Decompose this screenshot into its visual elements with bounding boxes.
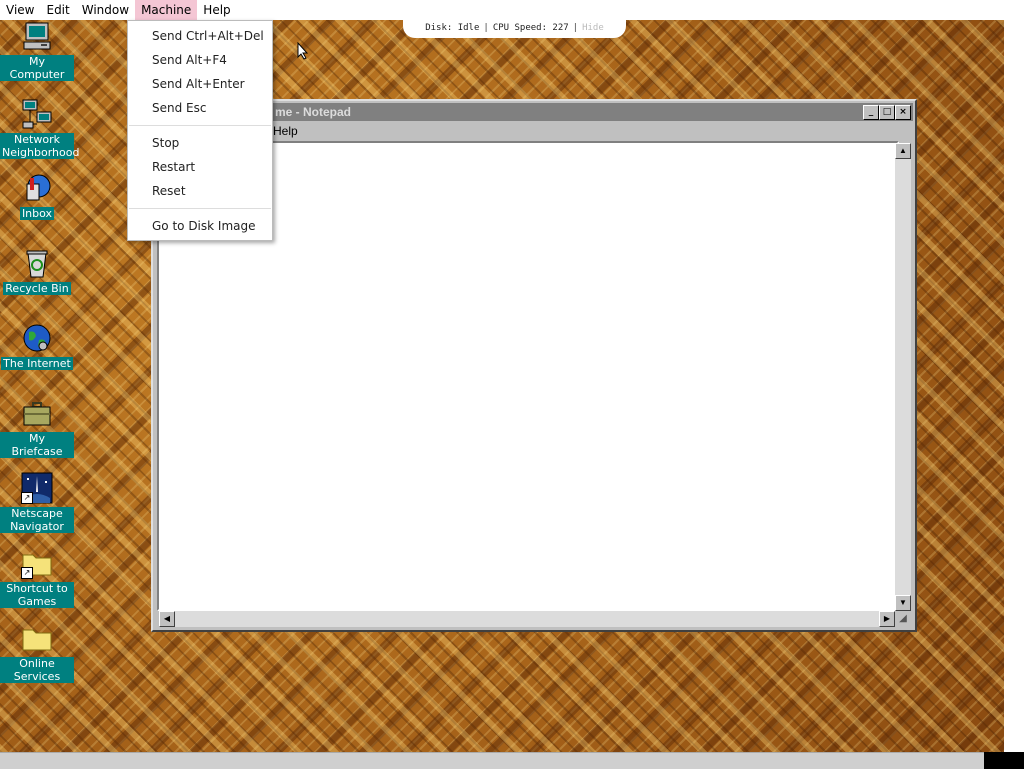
desktop-icon-recycle-bin[interactable]: Recycle Bin xyxy=(0,247,74,295)
desktop-icon-online-services[interactable]: Online Services xyxy=(0,622,74,683)
window-title: me - Notepad xyxy=(275,105,352,119)
globe-icon xyxy=(21,322,53,354)
close-button[interactable]: × xyxy=(895,105,911,120)
menu-machine[interactable]: Machine xyxy=(135,0,198,20)
scroll-left-button[interactable]: ◀ xyxy=(159,611,175,627)
menu-item-reset[interactable]: Reset xyxy=(152,181,186,201)
scroll-right-button[interactable]: ▶ xyxy=(879,611,895,627)
notepad-menu-help[interactable]: Help xyxy=(273,122,298,140)
desktop-icon-label: Recycle Bin xyxy=(3,282,71,295)
recycle-bin-icon xyxy=(21,247,53,279)
disk-status: Disk: Idle xyxy=(425,23,480,33)
menu-item-send-esc[interactable]: Send Esc xyxy=(152,98,206,118)
shortcut-arrow-icon: ↗ xyxy=(21,567,33,579)
desktop-icon-label: Inbox xyxy=(19,207,55,220)
menu-separator xyxy=(129,125,271,126)
menu-item-stop[interactable]: Stop xyxy=(152,133,179,153)
resize-grip-icon[interactable]: ◢ xyxy=(895,611,911,627)
host-horizontal-scrollbar[interactable] xyxy=(0,752,984,769)
menu-item-send-alt-enter[interactable]: Send Alt+Enter xyxy=(152,74,245,94)
desktop-icon-label: Netscape Navigator xyxy=(0,507,74,533)
desktop-icon-my-computer[interactable]: My Computer xyxy=(0,20,74,81)
status-bar: Disk: Idle | CPU Speed: 227 | Hide xyxy=(403,18,626,38)
menu-help[interactable]: Help xyxy=(197,0,236,20)
minimize-button[interactable]: _ xyxy=(863,105,879,120)
mouse-cursor-icon xyxy=(297,41,309,65)
desktop-icon-label: My Briefcase xyxy=(0,432,74,458)
desktop-icon-label: Shortcut to Games xyxy=(0,582,74,608)
inbox-icon xyxy=(21,172,53,204)
desktop-icon-my-briefcase[interactable]: My Briefcase xyxy=(0,397,74,458)
computer-icon xyxy=(21,20,53,52)
desktop-icon-network-neighborhood[interactable]: Network Neighborhood xyxy=(0,98,80,159)
desktop-icon-label: Network Neighborhood xyxy=(0,133,80,159)
folder-icon xyxy=(21,622,53,654)
desktop-icon-label: Online Services xyxy=(0,657,74,683)
corner-block xyxy=(984,752,1024,768)
desktop-icon-label: The Internet xyxy=(1,357,73,370)
menu-item-send-alt-f4[interactable]: Send Alt+F4 xyxy=(152,50,227,70)
menu-window[interactable]: Window xyxy=(76,0,135,20)
briefcase-icon xyxy=(21,397,53,429)
right-margin xyxy=(1004,20,1024,752)
netscape-icon: ↗ xyxy=(21,472,53,504)
menu-view[interactable]: View xyxy=(0,0,40,20)
menu-item-restart[interactable]: Restart xyxy=(152,157,195,177)
menu-separator xyxy=(129,208,271,209)
folder-icon: ↗ xyxy=(21,547,53,579)
machine-dropdown-menu: Send Ctrl+Alt+Del Send Alt+F4 Send Alt+E… xyxy=(127,20,273,241)
desktop-icon-shortcut-to-games[interactable]: ↗ Shortcut to Games xyxy=(0,547,74,608)
menu-item-send-ctrl-alt-del[interactable]: Send Ctrl+Alt+Del xyxy=(152,26,264,46)
status-separator: | xyxy=(483,23,489,33)
menu-item-go-to-disk-image[interactable]: Go to Disk Image xyxy=(152,216,256,236)
cpu-speed: CPU Speed: 227 xyxy=(492,23,569,33)
menu-edit[interactable]: Edit xyxy=(40,0,75,20)
shortcut-arrow-icon: ↗ xyxy=(21,492,33,504)
desktop-icon-netscape-navigator[interactable]: ↗ Netscape Navigator xyxy=(0,472,74,533)
vertical-scrollbar[interactable]: ▲ ▼ xyxy=(895,143,911,611)
scroll-down-button[interactable]: ▼ xyxy=(895,595,911,611)
network-icon xyxy=(21,98,53,130)
hide-button[interactable]: Hide xyxy=(582,23,604,33)
status-separator: | xyxy=(572,23,579,33)
maximize-button[interactable]: □ xyxy=(879,105,895,120)
horizontal-scrollbar[interactable]: ◀ ▶ xyxy=(159,611,895,627)
desktop-icon-the-internet[interactable]: The Internet xyxy=(0,322,74,370)
scroll-up-button[interactable]: ▲ xyxy=(895,143,911,159)
desktop-icon-label: My Computer xyxy=(0,55,74,81)
host-menubar: View Edit Window Machine Help xyxy=(0,0,1024,20)
desktop-icon-inbox[interactable]: Inbox xyxy=(0,172,74,220)
